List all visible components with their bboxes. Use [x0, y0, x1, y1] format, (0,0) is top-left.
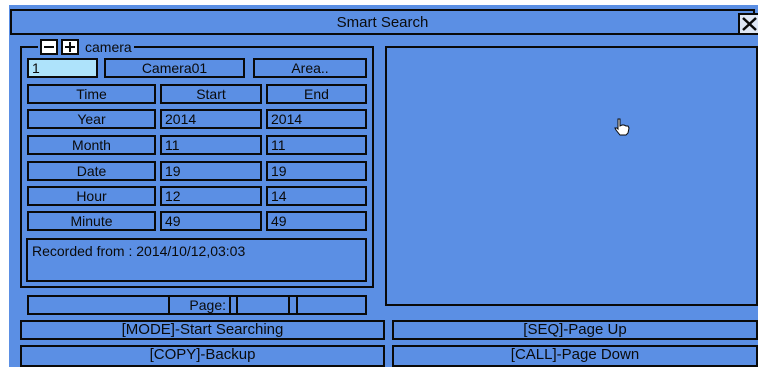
- end-minute-field[interactable]: 49: [266, 211, 367, 231]
- window-title: Smart Search: [336, 14, 429, 31]
- month-label: Month: [27, 135, 156, 155]
- start-date-field[interactable]: 19: [160, 161, 262, 181]
- decrease-channel-button[interactable]: [40, 39, 58, 55]
- camera-group-label: camera: [85, 39, 132, 55]
- date-label: Date: [27, 161, 156, 181]
- close-icon: [742, 17, 757, 31]
- end-column-header: End: [266, 84, 367, 104]
- end-month-field[interactable]: 11: [266, 135, 367, 155]
- start-month-field[interactable]: 11: [160, 135, 262, 155]
- recorded-from-text: Recorded from : 2014/10/12,03:03: [32, 243, 246, 259]
- camera-group-legend: camera: [38, 38, 134, 56]
- area-button[interactable]: Area..: [253, 58, 367, 78]
- year-label: Year: [27, 109, 156, 129]
- close-button[interactable]: [738, 13, 758, 35]
- page-label: Page:: [168, 295, 231, 315]
- current-page-field[interactable]: [236, 295, 290, 315]
- backup-button[interactable]: [COPY]-Backup: [20, 345, 385, 367]
- start-year-field[interactable]: 2014: [160, 109, 262, 129]
- minus-icon: [44, 46, 54, 48]
- page-down-button[interactable]: [CALL]-Page Down: [392, 345, 758, 367]
- plus-icon: [65, 42, 75, 52]
- minute-label: Minute: [27, 211, 156, 231]
- hour-label: Hour: [27, 186, 156, 206]
- page-up-button[interactable]: [SEQ]-Page Up: [392, 320, 758, 340]
- start-minute-field[interactable]: 49: [160, 211, 262, 231]
- start-searching-button[interactable]: [MODE]-Start Searching: [20, 320, 385, 340]
- preview-area[interactable]: [385, 46, 758, 306]
- start-column-header: Start: [160, 84, 262, 104]
- channel-number-input[interactable]: 1: [27, 58, 98, 78]
- time-column-header: Time: [27, 84, 156, 104]
- hand-pointer-icon: [614, 118, 630, 136]
- camera-name-button[interactable]: Camera01: [104, 58, 245, 78]
- start-hour-field[interactable]: 12: [160, 186, 262, 206]
- end-date-field[interactable]: 19: [266, 161, 367, 181]
- title-bar: Smart Search: [10, 9, 758, 35]
- increase-channel-button[interactable]: [61, 39, 79, 55]
- total-pages-field: [296, 295, 367, 315]
- recorded-from-box: Recorded from : 2014/10/12,03:03: [26, 238, 367, 282]
- end-year-field[interactable]: 2014: [266, 109, 367, 129]
- end-hour-field[interactable]: 14: [266, 186, 367, 206]
